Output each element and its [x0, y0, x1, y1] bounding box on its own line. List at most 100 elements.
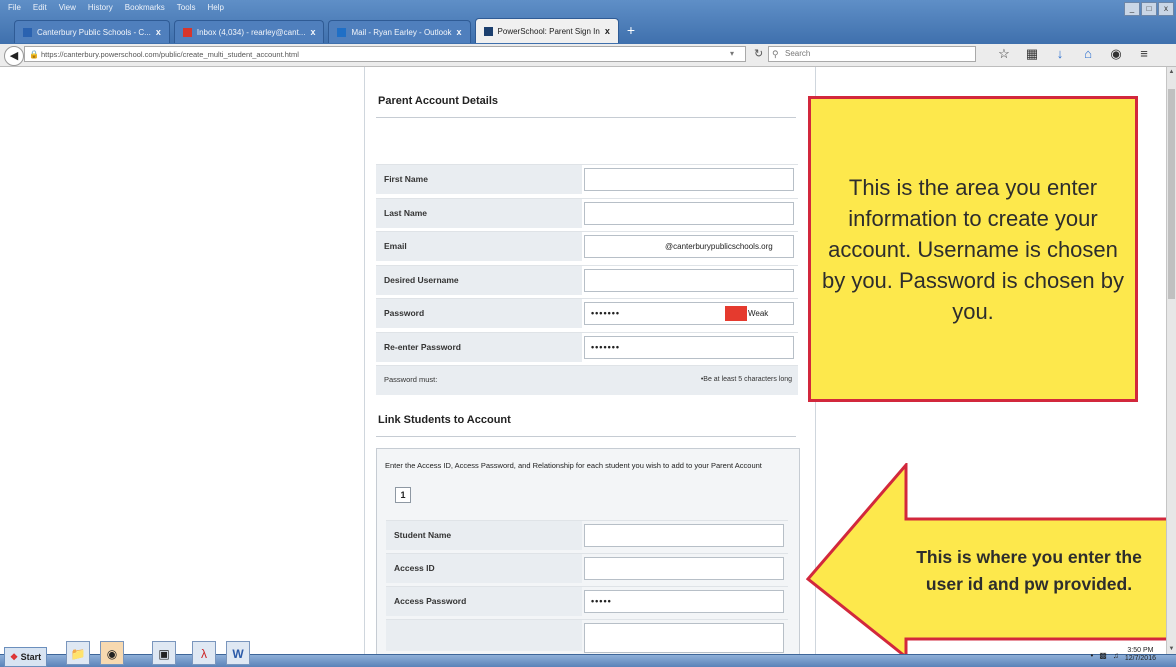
menu-bar: File Edit View History Bookmarks Tools H… — [8, 3, 224, 17]
start-label: Start — [20, 652, 42, 662]
reenter-password-field[interactable]: ••••••• — [584, 336, 794, 359]
student-name-label: Student Name — [394, 530, 452, 540]
section-title-link-students: Link Students to Account — [378, 414, 511, 426]
volume-icon[interactable]: ♫ — [1113, 651, 1119, 660]
tab-label: Canterbury Public Schools - C... — [37, 27, 151, 37]
clock-time: 3:50 PM — [1127, 647, 1154, 654]
search-placeholder: Search — [785, 49, 811, 58]
access-id-field[interactable] — [584, 557, 784, 580]
form-row-password: Password ••••••• Weak — [376, 298, 798, 328]
form-row-relationship — [386, 619, 788, 653]
search-input[interactable]: ⚲ Search — [768, 46, 976, 62]
clock[interactable]: 3:50 PM 12/7/2016 — [1125, 647, 1156, 663]
email-field[interactable]: @canterburypublicschools.org — [584, 235, 794, 258]
callout-arrow-line2: user id and pw provided. — [925, 574, 1133, 594]
form-row-access-password: Access Password ••••• — [386, 586, 788, 616]
tab-label: PowerSchool: Parent Sign In — [497, 26, 600, 36]
student-number-badge: 1 — [395, 487, 411, 503]
toolbar-icons: ☆ ▦ ↓ ⌂ ◉ ≡ — [996, 46, 1152, 62]
scroll-thumb[interactable] — [1168, 89, 1175, 299]
close-tab-icon[interactable]: x — [310, 27, 315, 37]
notification-icon[interactable]: • — [1090, 651, 1093, 660]
menu-edit[interactable]: Edit — [33, 3, 47, 17]
callout-arrow-line1: This is where you enter the — [916, 547, 1142, 567]
tab-outlook[interactable]: Mail - Ryan Earley - Outlook x — [328, 20, 471, 43]
close-window-button[interactable]: x — [1158, 2, 1174, 16]
strength-label: Weak — [748, 309, 769, 318]
form-row-first-name: First Name — [376, 164, 798, 194]
label-cell — [376, 232, 582, 261]
relationship-select[interactable] — [584, 623, 784, 653]
divider — [376, 436, 796, 437]
lock-icon: 🔒 — [29, 50, 39, 59]
reload-icon[interactable]: ↻ — [754, 47, 763, 60]
first-name-field[interactable] — [584, 168, 794, 191]
pdf-reader-icon[interactable]: λ — [192, 641, 216, 665]
password-requirements: Password must: •Be at least 5 characters… — [376, 365, 798, 395]
maximize-button[interactable]: □ — [1141, 2, 1157, 16]
network-drive-icon[interactable]: ▣ — [152, 641, 176, 665]
outlook-favicon-icon — [337, 27, 347, 37]
downloads-icon[interactable]: ↓ — [1052, 46, 1068, 62]
file-explorer-icon[interactable]: 📁 — [66, 641, 90, 665]
strength-bar — [725, 306, 747, 321]
link-instructions: Enter the Access ID, Access Password, an… — [385, 461, 762, 470]
dropdown-arrow-icon[interactable]: ▾ — [730, 49, 734, 58]
form-row-reenter-password: Re-enter Password ••••••• — [376, 332, 798, 362]
password-label: Password — [384, 308, 425, 318]
minimize-button[interactable]: _ — [1124, 2, 1140, 16]
username-field[interactable] — [584, 269, 794, 292]
label-cell — [386, 620, 582, 651]
access-password-field[interactable]: ••••• — [584, 590, 784, 613]
tab-canterbury[interactable]: Canterbury Public Schools - C... x — [14, 20, 170, 43]
username-label: Desired Username — [384, 275, 459, 285]
address-bar[interactable]: 🔒 https://canterbury.powerschool.com/pub… — [24, 46, 746, 62]
tab-strip: Canterbury Public Schools - C... x Inbox… — [14, 16, 635, 43]
form-row-email: Email @canterburypublicschools.org — [376, 231, 798, 261]
menu-help[interactable]: Help — [207, 3, 223, 17]
form-row-last-name: Last Name — [376, 198, 798, 228]
firefox-icon[interactable]: ◉ — [100, 641, 124, 665]
close-tab-icon[interactable]: x — [457, 27, 462, 37]
network-icon[interactable]: ▩ — [1099, 651, 1107, 660]
password-note-label: Password must: — [384, 375, 438, 384]
first-name-label: First Name — [384, 174, 428, 184]
menu-icon[interactable]: ≡ — [1136, 46, 1152, 62]
bookmark-star-icon[interactable]: ☆ — [996, 46, 1012, 62]
window-controls: _ □ x — [1124, 2, 1174, 16]
menu-file[interactable]: File — [8, 3, 21, 17]
clock-date: 12/7/2016 — [1124, 655, 1156, 662]
back-icon[interactable]: ◀ — [4, 46, 24, 66]
menu-history[interactable]: History — [88, 3, 113, 17]
new-tab-icon[interactable]: + — [627, 22, 635, 42]
menu-bookmarks[interactable]: Bookmarks — [125, 3, 165, 17]
tab-powerschool[interactable]: PowerSchool: Parent Sign In x — [474, 18, 619, 43]
scroll-down-icon[interactable]: ▼ — [1167, 646, 1176, 652]
system-tray: • ▩ ♫ 3:50 PM 12/7/2016 — [1090, 647, 1156, 663]
menu-tools[interactable]: Tools — [177, 3, 196, 17]
callout-account-text: This is the area you enter information t… — [821, 174, 1125, 324]
navigation-bar: ◀ 🔒 https://canterbury.powerschool.com/p… — [0, 44, 1176, 67]
canterbury-favicon-icon — [23, 27, 32, 37]
password-strength-meter: Weak — [725, 306, 769, 321]
page-scrollbar[interactable]: ▲ ▼ — [1166, 67, 1176, 654]
close-tab-icon[interactable]: x — [156, 27, 161, 37]
email-label: Email — [384, 241, 407, 251]
last-name-field[interactable] — [584, 202, 794, 225]
word-icon[interactable]: W — [226, 641, 250, 665]
gmail-favicon-icon — [182, 27, 192, 37]
close-tab-icon[interactable]: x — [605, 26, 610, 36]
form-row-username: Desired Username — [376, 265, 798, 295]
access-password-label: Access Password — [394, 596, 467, 606]
pocket-icon[interactable]: ◉ — [1108, 46, 1124, 62]
student-name-field[interactable] — [584, 524, 784, 547]
start-button[interactable]: ❖ Start — [4, 647, 48, 667]
tab-inbox[interactable]: Inbox (4,034) - rearley@cant... x — [173, 20, 325, 43]
password-field[interactable]: ••••••• Weak — [584, 302, 794, 325]
home-icon[interactable]: ⌂ — [1080, 46, 1096, 62]
section-title-parent-account: Parent Account Details — [378, 95, 499, 107]
access-password-value: ••••• — [591, 596, 612, 606]
reading-list-icon[interactable]: ▦ — [1024, 46, 1040, 62]
menu-view[interactable]: View — [59, 3, 76, 17]
scroll-up-icon[interactable]: ▲ — [1167, 69, 1176, 75]
